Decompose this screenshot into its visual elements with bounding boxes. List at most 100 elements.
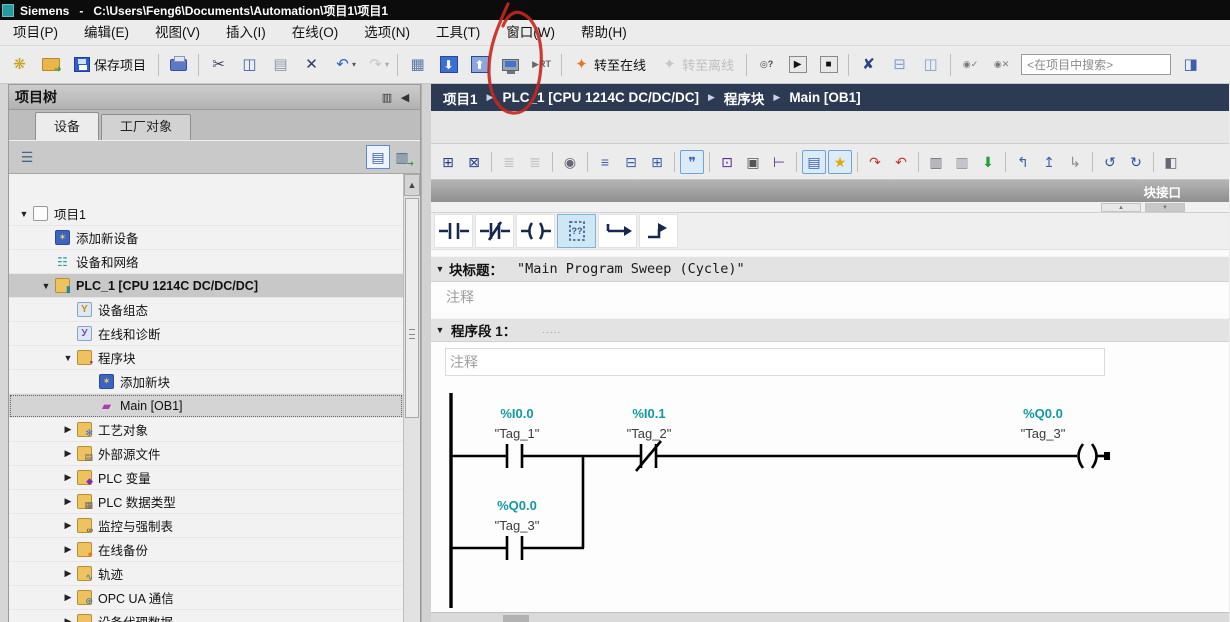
block-comment-placeholder[interactable]: 注释 bbox=[446, 287, 474, 307]
menu-view[interactable]: 视图(V) bbox=[142, 20, 213, 46]
insert-branch-icon[interactable]: ⊢ bbox=[767, 150, 791, 174]
disconnect-icon[interactable]: ◉✕ bbox=[987, 50, 1016, 79]
interface-collapse-icon[interactable]: ▼ bbox=[1145, 203, 1185, 212]
coil-address[interactable]: %Q0.0 bbox=[1023, 406, 1063, 421]
undo-icon[interactable]: ↶▾ bbox=[328, 50, 359, 79]
breadcrumb-item-0[interactable]: 项目1 bbox=[443, 88, 478, 108]
tree-item-device-config[interactable]: Y设备组态 bbox=[9, 298, 403, 322]
menu-help[interactable]: 帮助(H) bbox=[568, 20, 640, 46]
goto-next-error-icon[interactable]: ↷ bbox=[863, 150, 887, 174]
copy-icon[interactable]: ◫ bbox=[235, 50, 264, 79]
expander-down-icon[interactable]: ▼ bbox=[61, 353, 75, 363]
jump-prev-icon[interactable]: ↰ bbox=[1011, 150, 1035, 174]
tree-view-icon[interactable]: ☰ bbox=[15, 145, 39, 169]
expander-right-icon[interactable]: ▶ bbox=[61, 496, 75, 507]
expander-right-icon[interactable]: ▶ bbox=[61, 592, 75, 603]
upload-from-device-icon[interactable]: ⬆ bbox=[465, 50, 494, 79]
collapse-panel-icon[interactable]: ◀ bbox=[396, 89, 414, 105]
network-comment-placeholder[interactable]: 注释 bbox=[450, 352, 478, 372]
favorite-coil-icon[interactable] bbox=[516, 214, 555, 248]
apply-snapshot-icon[interactable]: ▥ bbox=[950, 150, 974, 174]
download-to-device-icon[interactable]: ⬇ bbox=[434, 50, 463, 79]
expander-right-icon[interactable]: ▶ bbox=[61, 568, 75, 579]
favorite-close-branch-icon[interactable] bbox=[639, 214, 678, 248]
favorite-empty-box-icon[interactable]: ?? bbox=[557, 214, 596, 248]
tab-devices[interactable]: 设备 bbox=[35, 112, 99, 140]
favorite-open-branch-icon[interactable] bbox=[598, 214, 637, 248]
print-icon[interactable] bbox=[164, 50, 193, 79]
tree-item-devices-networks[interactable]: ☷设备和网络 bbox=[9, 250, 403, 274]
dropdown-arrow-icon[interactable]: ▾ bbox=[352, 60, 356, 69]
download-check-icon[interactable]: ⬇ bbox=[976, 150, 1000, 174]
dropdown-arrow-icon[interactable]: ▾ bbox=[385, 60, 389, 69]
tab-plant-objects[interactable]: 工厂对象 bbox=[101, 114, 191, 140]
cut-icon[interactable]: ✂ bbox=[204, 50, 233, 79]
tree-scrollbar[interactable]: ▲ bbox=[403, 174, 420, 622]
expander-right-icon[interactable]: ▶ bbox=[61, 520, 75, 531]
favorite-nc-contact-icon[interactable] bbox=[475, 214, 514, 248]
contact1-address[interactable]: %I0.0 bbox=[500, 406, 533, 421]
contact2-tag[interactable]: "Tag_2" bbox=[627, 426, 672, 441]
accessible-devices-icon[interactable]: ◎? bbox=[752, 50, 781, 79]
library-search-icon[interactable]: ◨ bbox=[1176, 50, 1205, 79]
block-comment-row[interactable]: 注释 bbox=[431, 282, 1229, 312]
menu-options[interactable]: 选项(N) bbox=[351, 20, 423, 46]
open-object-icon[interactable]: ▥➜ bbox=[390, 145, 414, 169]
split-vertical-icon[interactable]: ◫ bbox=[916, 50, 945, 79]
network-title-placeholder[interactable]: ..... bbox=[542, 325, 561, 336]
block-interface-bar[interactable]: 块接口 bbox=[431, 180, 1229, 202]
menu-insert[interactable]: 插入(I) bbox=[213, 20, 279, 46]
insert-comment-box-icon[interactable]: ▣ bbox=[741, 150, 765, 174]
block-title-bar[interactable]: ▼ 块标题： "Main Program Sweep (Cycle)" bbox=[431, 256, 1229, 282]
network-comment-box[interactable]: 注释 bbox=[445, 348, 1105, 376]
menu-project[interactable]: 项目(P) bbox=[0, 20, 71, 46]
interface-expand-icon[interactable]: ▲ bbox=[1101, 203, 1141, 212]
compile-icon[interactable]: ▦ bbox=[403, 50, 432, 79]
cross-reference-icon[interactable]: ✘ bbox=[854, 50, 883, 79]
split-horizontal-icon[interactable]: ⊟ bbox=[885, 50, 914, 79]
tree-item-traces[interactable]: ▶∿轨迹 bbox=[9, 562, 403, 586]
tree-item-program-blocks[interactable]: ▼▪程序块 bbox=[9, 346, 403, 370]
stop-cpu-icon[interactable]: ■ bbox=[814, 50, 843, 79]
branch-contact-tag[interactable]: "Tag_3" bbox=[495, 518, 540, 533]
tree-item-plc1[interactable]: ▼▮PLC_1 [CPU 1214C DC/DC/DC] bbox=[9, 274, 403, 298]
expand-rungs-icon[interactable]: ≡ bbox=[593, 150, 617, 174]
goto-prev-error-icon[interactable]: ↶ bbox=[889, 150, 913, 174]
project-search-input[interactable] bbox=[1021, 54, 1171, 75]
redo-icon[interactable]: ↷▾ bbox=[361, 50, 392, 79]
tree-item-external-sources[interactable]: ▶▤外部源文件 bbox=[9, 442, 403, 466]
expander-down-icon[interactable]: ▼ bbox=[17, 209, 31, 219]
coil-tag[interactable]: "Tag_3" bbox=[1021, 426, 1066, 441]
delete-icon[interactable]: ✕ bbox=[297, 50, 326, 79]
tree-item-plc-tags[interactable]: ▶◆PLC 变量 bbox=[9, 466, 403, 490]
save-project-button[interactable]: 保存项目 bbox=[67, 50, 153, 79]
delete-network-icon[interactable]: ⊠ bbox=[462, 150, 486, 174]
delete-row-icon[interactable]: ≣ bbox=[523, 150, 547, 174]
go-offline-button[interactable]: ✦转至离线 bbox=[655, 50, 741, 79]
ladder-canvas[interactable]: %I0.0 "Tag_1" %I0.1 "Tag_2" %Q0.0 "Tag_3… bbox=[431, 382, 1229, 612]
tree-item-online-backups[interactable]: ▶●在线备份 bbox=[9, 538, 403, 562]
breadcrumb-item-1[interactable]: PLC_1 [CPU 1214C DC/DC/DC] bbox=[502, 90, 699, 105]
open-all-networks-icon[interactable]: ⊟ bbox=[619, 150, 643, 174]
breadcrumb-item-2[interactable]: 程序块 bbox=[724, 88, 765, 108]
collapse-block-title-icon[interactable]: ▼ bbox=[431, 264, 449, 274]
menu-edit[interactable]: 编辑(E) bbox=[71, 20, 142, 46]
contact1-tag[interactable]: "Tag_1" bbox=[495, 426, 540, 441]
tree-item-add-block[interactable]: ✶添加新块 bbox=[9, 370, 403, 394]
menu-online[interactable]: 在线(O) bbox=[279, 20, 352, 46]
bookmark-next-icon[interactable]: ↻ bbox=[1124, 150, 1148, 174]
snapshot-icon[interactable]: ▥ bbox=[924, 150, 948, 174]
block-title-value[interactable]: "Main Program Sweep (Cycle)" bbox=[517, 261, 745, 277]
panel-splitter[interactable] bbox=[421, 84, 431, 622]
scrollbar-thumb[interactable] bbox=[405, 198, 419, 418]
keep-connection-icon[interactable]: ◉✓ bbox=[956, 50, 985, 79]
tree-item-tech-objects[interactable]: ▶✻工艺对象 bbox=[9, 418, 403, 442]
tree-item-watch-force-tables[interactable]: ▶∞监控与强制表 bbox=[9, 514, 403, 538]
tree-item-main-ob1[interactable]: ▰Main [OB1] bbox=[9, 394, 403, 418]
tree-item-device-proxy[interactable]: ▶▥设备代理数据 bbox=[9, 610, 403, 622]
collapse-network-icon[interactable]: ▼ bbox=[431, 325, 449, 335]
tree-item-opc-ua[interactable]: ▶⊛OPC UA 通信 bbox=[9, 586, 403, 610]
tree-item-add-device[interactable]: ✶添加新设备 bbox=[9, 226, 403, 250]
insert-network-icon[interactable]: ⊞ bbox=[436, 150, 460, 174]
start-runtime-icon[interactable]: ▶RT bbox=[527, 50, 556, 79]
